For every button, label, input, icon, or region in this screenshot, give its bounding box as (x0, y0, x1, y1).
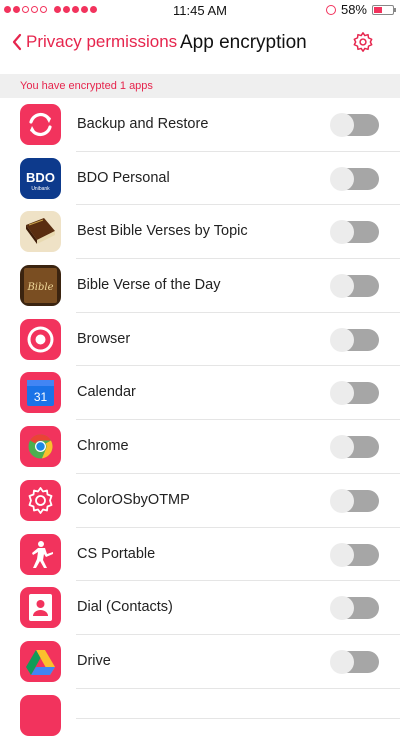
list-item: Best Bible Verses by Topic (0, 205, 400, 259)
contacts-icon (20, 587, 61, 629)
encrypt-toggle[interactable] (330, 113, 379, 137)
encrypt-toggle[interactable] (330, 542, 379, 567)
encrypt-toggle[interactable] (330, 274, 379, 299)
app-label: ColorOSbyOTMP (77, 491, 190, 508)
nav-bar: Privacy permissions App encryption (0, 20, 400, 68)
list-item: Dial (Contacts) (0, 581, 400, 635)
app-list: Backup and Restore BDO Unibank BDO Perso… (0, 98, 400, 736)
browser-icon (20, 318, 61, 360)
calendar-icon: 31 (20, 372, 61, 414)
app-label: Drive (77, 652, 111, 669)
app-icon-partial (20, 694, 61, 736)
encrypted-count-banner: You have encrypted 1 apps (0, 74, 400, 98)
drive-icon (20, 640, 61, 682)
svg-text:BDO: BDO (26, 170, 55, 185)
list-item: Drive (0, 635, 400, 689)
app-label: BDO Personal (77, 169, 170, 186)
battery-percent: 58% (340, 2, 367, 17)
bible-icon: Bible (20, 265, 61, 307)
chrome-icon (20, 426, 61, 468)
app-label: Browser (77, 330, 131, 347)
alarm-icon (325, 4, 336, 15)
encrypt-toggle[interactable] (330, 435, 379, 460)
svg-text:Bible: Bible (26, 282, 53, 293)
settings-gear-icon[interactable] (352, 31, 374, 53)
list-item: BDO Unibank BDO Personal (0, 152, 400, 206)
list-item: Browser (0, 313, 400, 367)
list-item: CS Portable (0, 528, 400, 582)
page-title: App encryption (180, 32, 307, 53)
chevron-left-icon (12, 33, 22, 51)
list-item: ColorOSbyOTMP (0, 474, 400, 528)
gear-icon (20, 479, 61, 521)
list-item: Backup and Restore (0, 98, 400, 152)
encrypted-count-text: You have encrypted 1 apps (20, 80, 153, 92)
soldier-icon (20, 533, 61, 575)
encrypt-toggle[interactable] (330, 327, 379, 352)
svg-text:Unibank: Unibank (31, 186, 50, 192)
status-bar: 11:45 AM 58% (0, 0, 400, 20)
svg-text:31: 31 (34, 390, 48, 404)
encrypt-toggle[interactable] (330, 166, 379, 191)
app-label: Bible Verse of the Day (77, 277, 221, 294)
encrypt-toggle[interactable] (330, 220, 379, 245)
list-item-partial (0, 689, 400, 736)
list-item: Bible Bible Verse of the Day (0, 259, 400, 313)
battery-icon (372, 4, 396, 15)
list-item: 31 Calendar (0, 366, 400, 420)
encrypt-toggle[interactable] (330, 381, 379, 406)
app-label: Calendar (77, 384, 136, 401)
bdo-icon: BDO Unibank (20, 157, 61, 199)
list-item: Chrome (0, 420, 400, 474)
app-label: Dial (Contacts) (77, 599, 173, 616)
app-label: Chrome (77, 438, 129, 455)
backup-restore-icon (20, 104, 61, 145)
app-label: Best Bible Verses by Topic (77, 223, 248, 240)
encrypt-toggle[interactable] (330, 596, 379, 621)
app-label: Backup and Restore (77, 116, 209, 132)
back-button-label: Privacy permissions (26, 32, 178, 51)
encrypt-toggle[interactable] (330, 488, 379, 513)
app-label: CS Portable (77, 545, 156, 562)
back-button[interactable]: Privacy permissions (12, 32, 177, 52)
bible-book-icon (20, 211, 61, 253)
encrypt-toggle[interactable] (330, 649, 379, 674)
